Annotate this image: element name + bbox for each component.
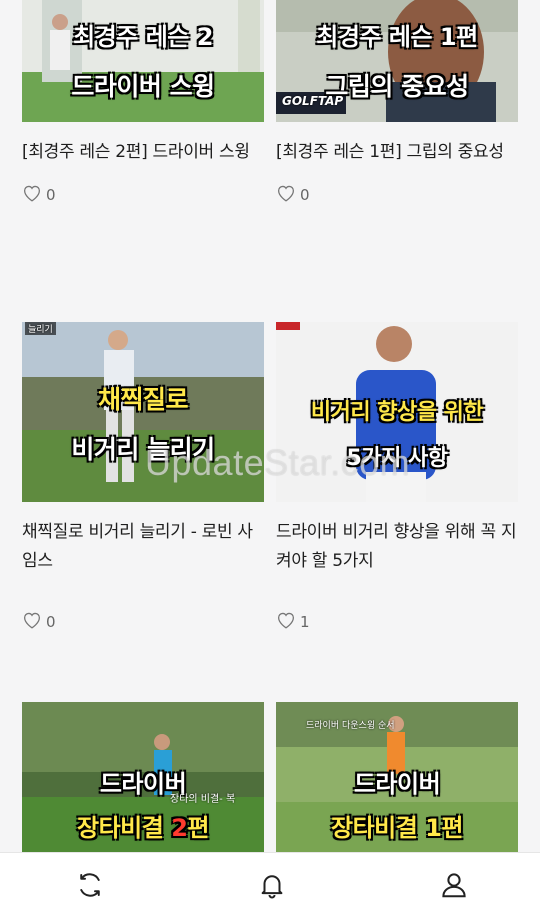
thumbnail-title-line2: 장타비결 1편 [331,814,463,842]
video-card[interactable]: 늘리기 채찍질로 비거리 늘리기 채찍질로 비거리 늘리기 - 로빈 사임스 0 [22,322,264,631]
bottom-navigation [0,852,540,920]
video-thumbnail[interactable]: 최경주 레슨 1편 그립의 중요성 GOLFTAP [276,0,518,122]
thumbnail-title-line1: 드라이버 [353,770,441,798]
video-card[interactable]: 최경주 레슨 1편 그립의 중요성 GOLFTAP [최경주 레슨 1편] 그립… [276,0,518,204]
thumbnail-title-line1: 채찍질로 [97,385,189,414]
video-card[interactable]: 최경주 레슨 2 드라이버 스윙 [최경주 레슨 2편] 드라이버 스윙 0 [22,0,264,204]
like-count[interactable]: 1 [276,612,310,632]
video-title[interactable]: [최경주 레슨 1편] 그립의 중요성 [276,138,518,167]
video-thumbnail[interactable]: 드라이버 장타의 비결- 복 장타비결 2편 [22,702,264,852]
like-count-value: 0 [46,613,56,631]
video-thumbnail[interactable]: 늘리기 채찍질로 비거리 늘리기 [22,322,264,502]
heart-icon[interactable] [276,611,296,633]
thumbnail-title-line1: 최경주 레슨 2 [73,23,213,51]
like-count[interactable]: 0 [276,185,310,205]
video-thumbnail[interactable]: 비거리 향상을 위한 5가지 사항 [276,322,518,502]
thumbnail-title-line2: 장타비결 2편 [77,814,209,842]
thumbnail-title-line1: 최경주 레슨 1편 [316,23,478,51]
video-thumbnail[interactable]: 드라이버 다운스윙 순서 드라이버 장타비결 1편 [276,702,518,852]
video-title[interactable]: 드라이버 비거리 향상을 위해 꼭 지켜야 할 5가지 [276,518,518,576]
refresh-button[interactable] [74,871,106,903]
thumbnail-caption: 드라이버 다운스윙 순서 [306,721,395,731]
like-count-value: 0 [300,186,310,204]
notifications-button[interactable] [256,871,288,903]
profile-button[interactable] [438,871,470,903]
bell-icon [257,870,287,904]
like-count[interactable]: 0 [22,185,56,205]
thumbnail-caption: 늘리기 [25,322,56,335]
video-card[interactable]: 드라이버 다운스윙 순서 드라이버 장타비결 1편 [276,702,518,852]
video-card[interactable]: 드라이버 장타의 비결- 복 장타비결 2편 [22,702,264,852]
heart-icon[interactable] [22,184,42,206]
video-title[interactable]: 채찍질로 비거리 늘리기 - 로빈 사임스 [22,518,264,576]
like-count[interactable]: 0 [22,612,56,632]
video-thumbnail[interactable]: 최경주 레슨 2 드라이버 스윙 [22,0,264,122]
like-count-value: 0 [46,186,56,204]
thumbnail-title-line2: 드라이버 스윙 [71,72,215,101]
thumbnail-title-line2: 5가지 사항 [346,446,448,471]
thumbnail-title-line2: 비거리 늘리기 [71,435,215,464]
video-title[interactable]: [최경주 레슨 2편] 드라이버 스윙 [22,138,264,167]
heart-icon[interactable] [22,611,42,633]
refresh-icon [75,870,105,904]
thumbnail-title-line1: 비거리 향상을 위한 [310,400,484,425]
thumbnail-caption: 장타의 비결- 복 [170,794,236,805]
heart-icon[interactable] [276,184,296,206]
video-card[interactable]: 비거리 향상을 위한 5가지 사항 드라이버 비거리 향상을 위해 꼭 지켜야 … [276,322,518,631]
channel-logo: GOLFTAP [282,94,344,108]
like-count-value: 1 [300,613,310,631]
user-icon [439,870,469,904]
